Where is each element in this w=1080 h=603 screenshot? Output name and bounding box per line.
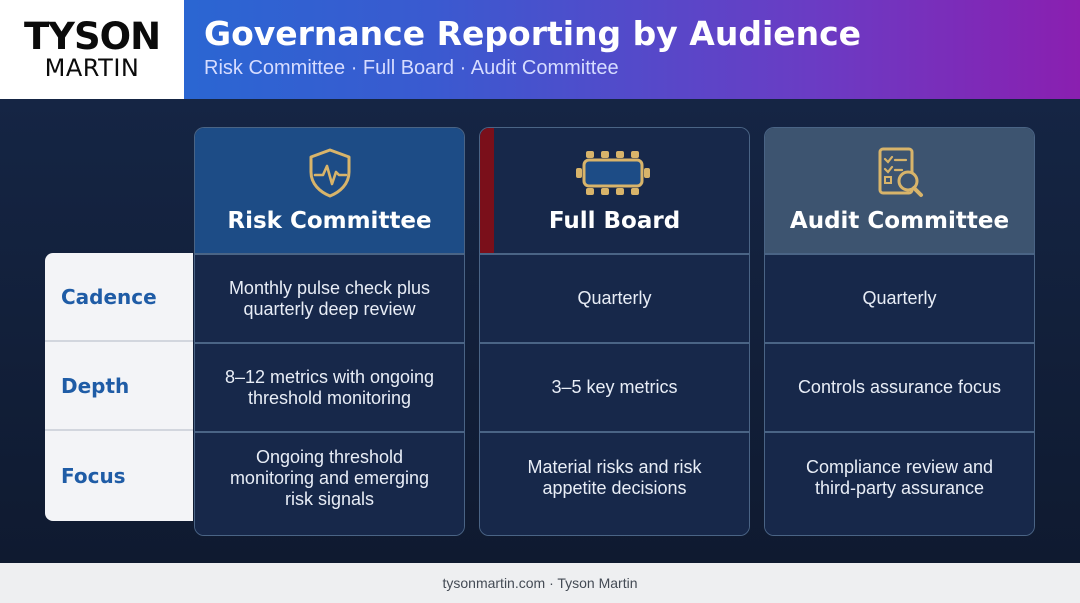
- page-title: Governance Reporting by Audience: [204, 14, 862, 53]
- column-title: Risk Committee: [227, 208, 432, 234]
- row-label-focus: Focus: [61, 463, 126, 488]
- checklist-magnifier-icon: [878, 147, 923, 197]
- column-accent-bar: [480, 128, 494, 253]
- header-banner: TYSON MARTIN Governance Reporting by Aud…: [0, 0, 1080, 99]
- logo-top-text: TYSON: [23, 14, 161, 58]
- column-header: Full Board: [480, 128, 749, 253]
- column-audit-committee: Audit Committee Quarterly Controls assur…: [764, 127, 1035, 536]
- cell-depth: 3–5 key metrics: [480, 342, 749, 431]
- page-subtitle: Risk Committee · Full Board · Audit Comm…: [204, 57, 619, 79]
- cell-cadence: Monthly pulse check plus quarterly deep …: [195, 253, 464, 342]
- footer-text: tysonmartin.com · Tyson Martin: [442, 575, 638, 591]
- row-label-cadence: Cadence: [45, 253, 193, 342]
- cell-focus: Ongoing threshold monitoring and emergin…: [195, 431, 464, 535]
- cell-focus: Compliance review and third-party assura…: [765, 431, 1034, 535]
- footer: tysonmartin.com · Tyson Martin: [0, 563, 1080, 603]
- row-label-depth: Depth: [45, 342, 193, 431]
- cell-depth: 8–12 metrics with ongoing threshold moni…: [195, 342, 464, 431]
- column-header: Risk Committee: [195, 128, 464, 253]
- cell-depth: Controls assurance focus: [765, 342, 1034, 431]
- column-header: Audit Committee: [765, 128, 1034, 253]
- column-title: Full Board: [548, 208, 681, 234]
- logo-bottom-text: MARTIN: [44, 53, 140, 82]
- brand-logo: TYSON MARTIN: [0, 0, 184, 99]
- column-risk-committee: Risk Committee Monthly pulse check plus …: [194, 127, 465, 536]
- column-title: Audit Committee: [789, 208, 1010, 234]
- row-labels: Cadence Depth Focus: [45, 253, 193, 521]
- cell-focus: Material risks and risk appetite decisio…: [480, 431, 749, 535]
- column-full-board: Full Board Quarterly 3–5 key metrics Mat…: [479, 127, 750, 536]
- cell-cadence: Quarterly: [765, 253, 1034, 342]
- boardroom-table-icon: [575, 151, 650, 195]
- cell-cadence: Quarterly: [480, 253, 749, 342]
- shield-pulse-icon: [309, 148, 350, 198]
